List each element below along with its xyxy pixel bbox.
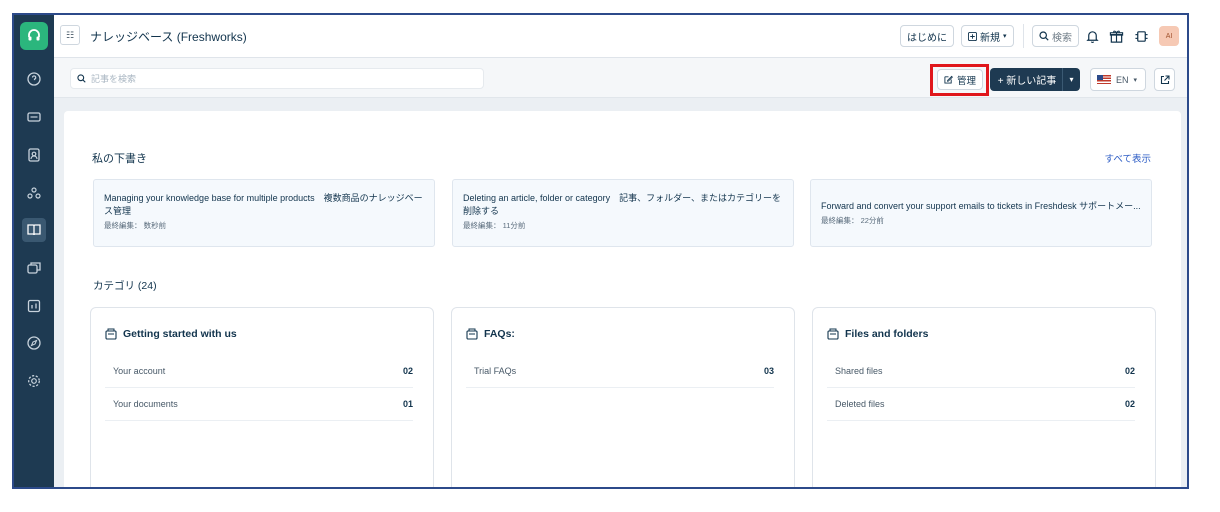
folder-row[interactable]: Shared files 02 <box>827 355 1135 388</box>
folder-count: 02 <box>1124 399 1135 409</box>
chevron-down-icon: ▾ <box>1003 33 1007 40</box>
folder-row[interactable]: Your documents 01 <box>105 388 413 421</box>
main-content: 私の下書き すべて表示 Managing your knowledge base… <box>64 111 1181 487</box>
tickets-icon[interactable] <box>22 105 46 129</box>
edit-icon <box>944 75 953 84</box>
contacts-icon[interactable] <box>22 143 46 167</box>
category-name: FAQs: <box>484 328 515 340</box>
folder-count: 02 <box>402 366 413 376</box>
folder-count: 01 <box>402 399 413 409</box>
folder-name: Your documents <box>113 399 178 409</box>
chevron-down-icon: ▾ <box>1133 76 1138 84</box>
draft-meta: 最終編集： 数秒前 <box>104 221 167 230</box>
category-card[interactable]: Getting started with us Your account 02 … <box>90 307 434 487</box>
draft-card[interactable]: Managing your knowledge base for multipl… <box>93 179 435 247</box>
category-header: FAQs: <box>466 328 515 340</box>
category-header: Files and folders <box>827 328 928 340</box>
category-card[interactable]: FAQs: Trial FAQs 03 <box>451 307 795 487</box>
external-link-icon <box>1160 74 1170 84</box>
top-bar: ☷ ナレッジベース (Freshworks) はじめに 新規 ▾ 検索 AI <box>54 15 1187 58</box>
category-name: Files and folders <box>845 328 929 340</box>
article-search-input[interactable] <box>91 73 451 84</box>
folder-name: Your account <box>113 366 166 376</box>
draft-title: Managing your knowledge base for multipl… <box>104 193 423 216</box>
manage-button[interactable]: 管理 <box>937 69 984 90</box>
folder-name: Trial FAQs <box>474 366 517 376</box>
compass-icon[interactable] <box>22 331 46 355</box>
search-icon <box>77 74 86 83</box>
headset-icon <box>28 29 40 41</box>
category-name: Getting started with us <box>123 328 237 340</box>
sidebar <box>14 15 54 487</box>
draft-title: Deleting an article, folder or category … <box>463 193 781 216</box>
draft-card[interactable]: Deleting an article, folder or category … <box>452 179 794 247</box>
new-menu-button[interactable]: 新規 ▾ <box>961 25 1014 47</box>
drafts-heading: 私の下書き <box>92 153 147 165</box>
folder-name: Deleted files <box>835 399 885 409</box>
new-article-button[interactable]: + 新しい記事 ▾ <box>990 68 1080 91</box>
groups-icon[interactable] <box>22 181 46 205</box>
manage-label: 管理 <box>957 75 977 87</box>
folder-row[interactable]: Deleted files 02 <box>827 388 1135 421</box>
view-all-link[interactable]: すべて表示 <box>1105 151 1151 165</box>
folder-name: Shared files <box>835 366 883 376</box>
category-header: Getting started with us <box>105 328 237 340</box>
category-icon <box>105 328 117 340</box>
knowledge-base-icon[interactable] <box>22 218 46 242</box>
language-selector[interactable]: EN ▾ <box>1090 68 1146 91</box>
knowledge-base-toolbar: 管理 + 新しい記事 ▾ EN ▾ <box>54 58 1187 98</box>
conversations-icon[interactable] <box>22 256 46 280</box>
category-icon <box>827 328 839 340</box>
draft-title: Forward and convert your support emails … <box>821 201 1141 211</box>
folder-count: 03 <box>763 366 774 376</box>
global-search-button[interactable]: 検索 <box>1032 25 1079 47</box>
page-title: ナレッジベース (Freshworks) <box>90 30 247 44</box>
folder-row[interactable]: Your account 02 <box>105 355 413 388</box>
category-card[interactable]: Files and folders Shared files 02 Delete… <box>812 307 1156 487</box>
settings-icon[interactable] <box>22 369 46 393</box>
folder-row[interactable]: Trial FAQs 03 <box>466 355 774 388</box>
new-article-dropdown-icon[interactable]: ▾ <box>1062 68 1080 91</box>
menu-toggle-icon[interactable]: ☷ <box>60 25 80 45</box>
draft-card[interactable]: Forward and convert your support emails … <box>810 179 1152 247</box>
us-flag-icon <box>1097 75 1111 84</box>
language-label: EN <box>1116 74 1129 85</box>
category-icon <box>466 328 478 340</box>
freshdesk-logo[interactable] <box>20 22 48 50</box>
apps-icon[interactable] <box>1131 26 1151 46</box>
article-search[interactable] <box>70 68 484 89</box>
avatar[interactable]: AI <box>1159 26 1179 46</box>
get-started-button[interactable]: はじめに <box>900 25 954 47</box>
new-menu-label: 新規 <box>980 32 1000 44</box>
divider <box>1023 24 1024 48</box>
bell-icon[interactable] <box>1082 26 1102 46</box>
avatar-initials: AI <box>1165 32 1173 40</box>
get-started-label: はじめに <box>907 32 947 44</box>
app-window: ☷ ナレッジベース (Freshworks) はじめに 新規 ▾ 検索 AI 記… <box>12 13 1189 489</box>
reports-icon[interactable] <box>22 294 46 318</box>
draft-meta: 最終編集： 22分前 <box>821 216 884 225</box>
open-portal-button[interactable] <box>1154 68 1175 91</box>
search-icon <box>1039 31 1049 41</box>
draft-meta: 最終編集： 11分前 <box>463 221 526 230</box>
new-article-label: + 新しい記事 <box>997 76 1057 87</box>
help-icon[interactable] <box>22 67 46 91</box>
folder-count: 02 <box>1124 366 1135 376</box>
categories-heading: カテゴリ (24) <box>93 280 157 292</box>
plus-box-icon <box>968 31 977 41</box>
global-search-label: 検索 <box>1052 32 1072 44</box>
gift-icon[interactable] <box>1106 26 1126 46</box>
